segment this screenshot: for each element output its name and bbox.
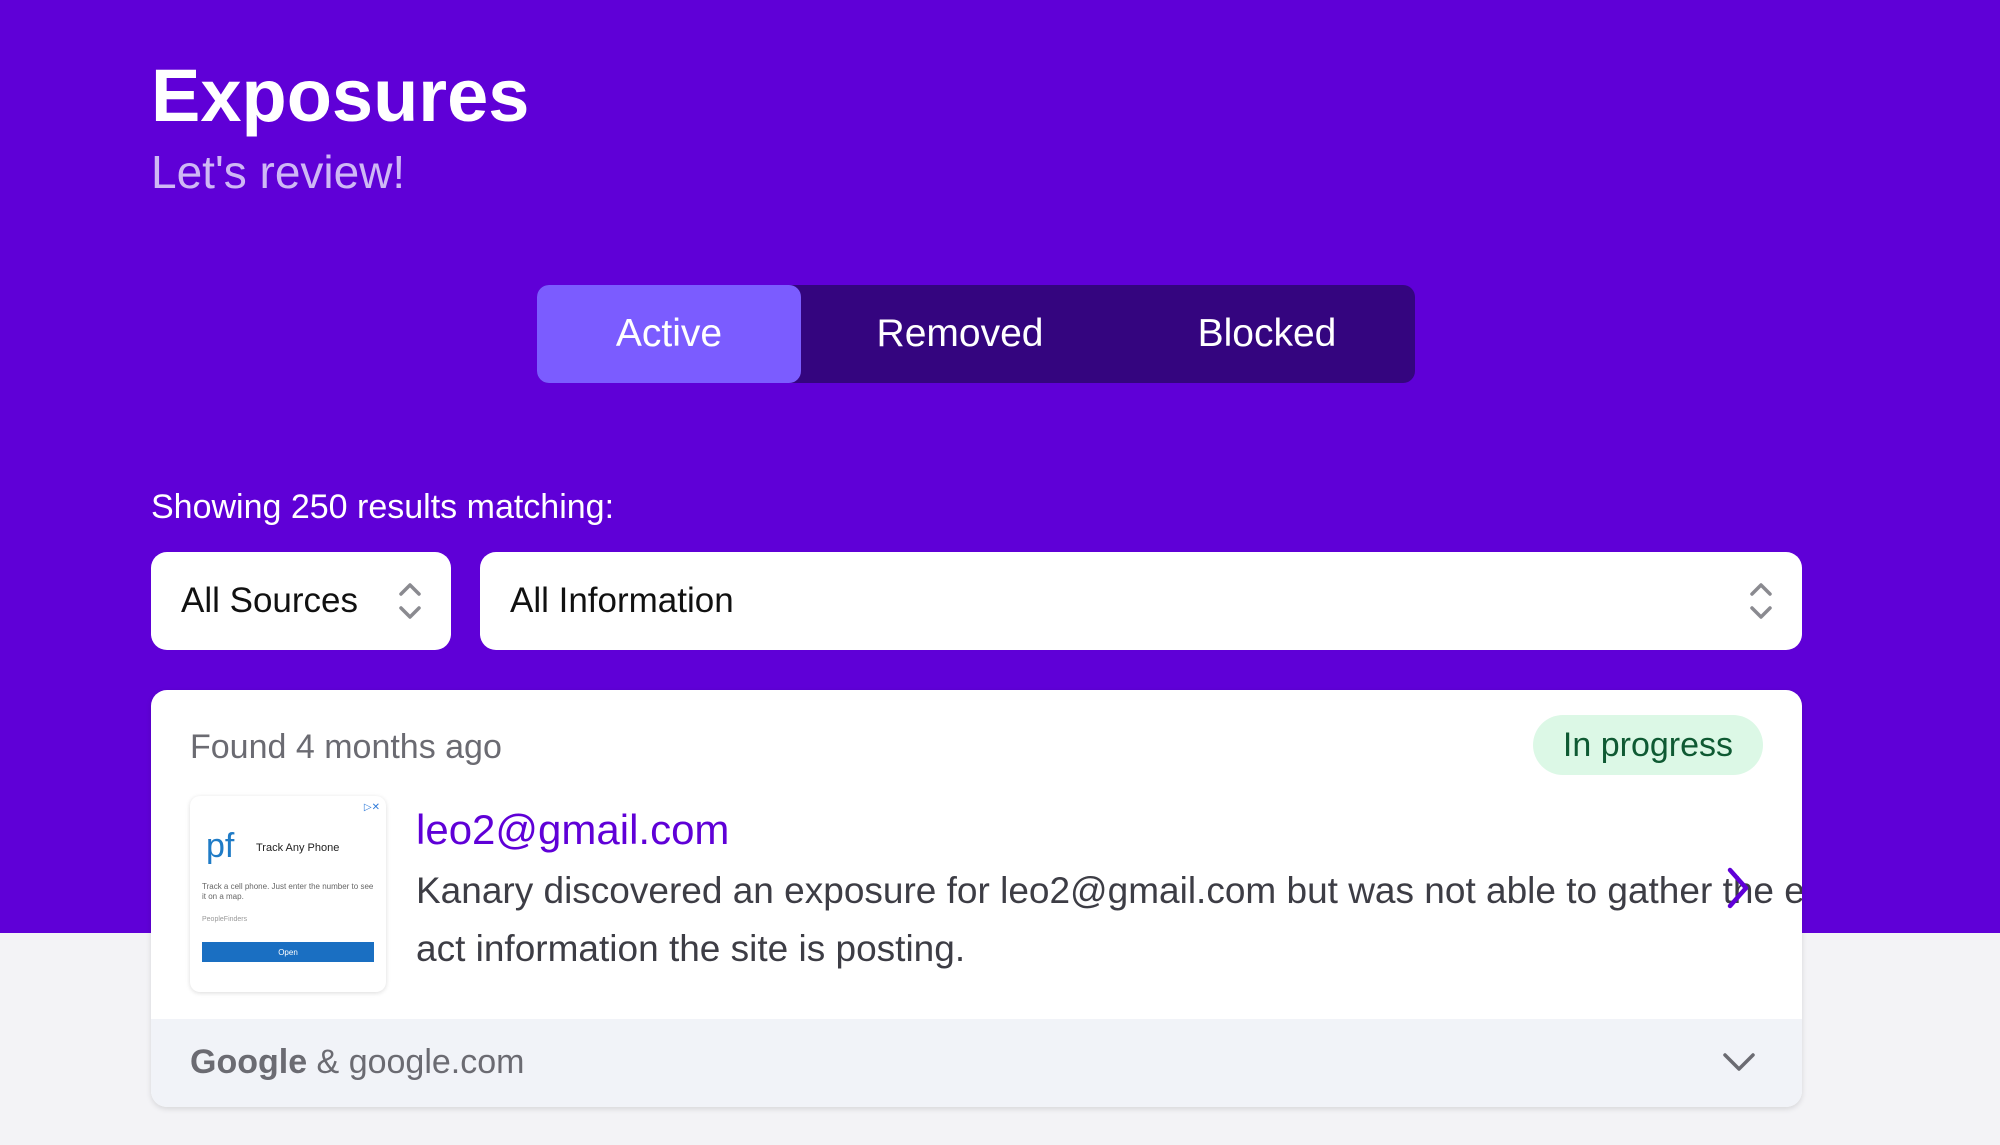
source-domain: google.com [348, 1043, 525, 1081]
exposure-card[interactable]: Found 4 months ago In progress ▷✕ pf Tra… [151, 690, 1802, 1107]
exposure-title-link[interactable]: leo2@gmail.com [416, 804, 729, 856]
sources-select-value: All Sources [181, 581, 359, 620]
ad-brand: PeopleFinders [202, 916, 248, 923]
information-select[interactable]: All Information [480, 552, 1802, 650]
updown-chevron-icon [1750, 583, 1772, 619]
chevron-right-icon[interactable] [1724, 865, 1752, 911]
source-separator: & [307, 1043, 349, 1081]
ad-open-button: Open [202, 942, 374, 962]
tab-active[interactable]: Active [537, 285, 801, 383]
source-footer[interactable]: Google & google.com [151, 1019, 1802, 1107]
status-badge: In progress [1532, 715, 1763, 775]
source-info: Google & google.com [190, 1041, 524, 1083]
found-date: Found 4 months ago [190, 728, 502, 766]
ad-choices-icon: ▷✕ [363, 802, 380, 813]
status-tabs: Active Removed Blocked [537, 285, 1415, 383]
source-name: Google [190, 1043, 308, 1081]
results-count: Showing 250 results matching: [151, 488, 615, 526]
page-subtitle: Let's review! [151, 146, 406, 198]
information-select-value: All Information [510, 581, 734, 620]
exposure-thumbnail: ▷✕ pf Track Any Phone Track a cell phone… [190, 796, 386, 992]
exposure-description: Kanary discovered an exposure for leo2@g… [416, 870, 1802, 969]
tab-blocked[interactable]: Blocked [1119, 285, 1415, 383]
tab-removed[interactable]: Removed [801, 285, 1119, 383]
ad-title: Track Any Phone [256, 842, 340, 854]
page-title: Exposures [151, 54, 530, 137]
updown-chevron-icon [399, 583, 421, 619]
pf-logo: pf [206, 827, 235, 865]
sources-select[interactable]: All Sources [151, 552, 451, 650]
ad-text: Track a cell phone. Just enter the numbe… [202, 882, 374, 901]
chevron-down-icon[interactable] [1722, 1051, 1756, 1073]
